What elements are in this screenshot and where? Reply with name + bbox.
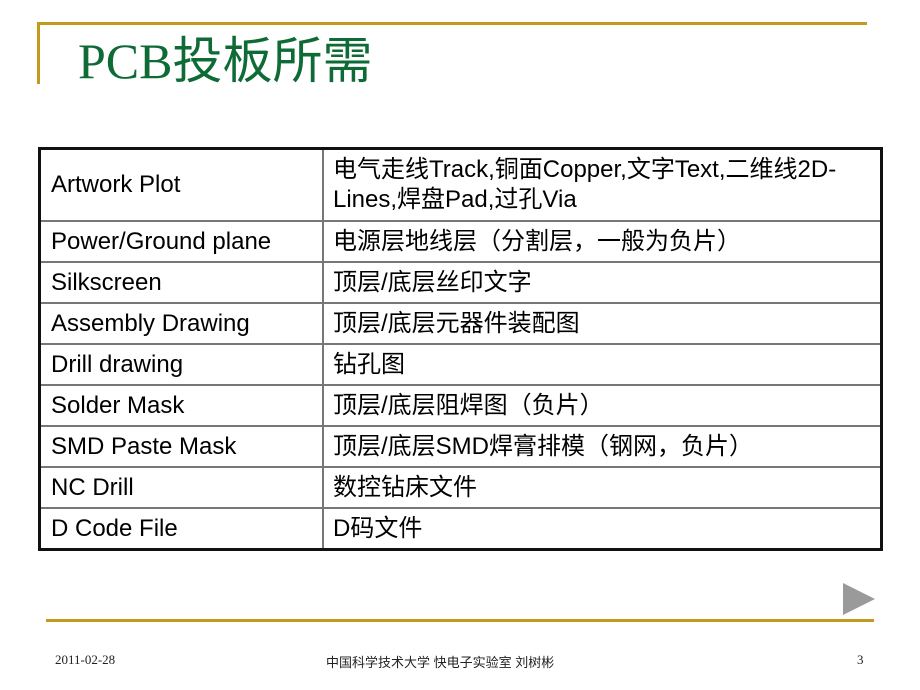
row-desc-cell: 钻孔图 bbox=[322, 343, 883, 386]
row-name-cell: Artwork Plot bbox=[38, 147, 324, 222]
next-slide-triangle-icon[interactable] bbox=[843, 583, 875, 615]
table-row: Artwork Plot 电气走线Track,铜面Copper,文字Text,二… bbox=[38, 147, 883, 222]
footer-date: 2011-02-28 bbox=[55, 652, 116, 667]
table-row: Silkscreen 顶层/底层丝印文字 bbox=[38, 261, 883, 304]
row-name-cell: Power/Ground plane bbox=[38, 220, 324, 263]
row-desc-cell: 电气走线Track,铜面Copper,文字Text,二维线2D-Lines,焊盘… bbox=[322, 147, 883, 222]
footer-author: 中国科学技术大学 快电子实验室 刘树彬 bbox=[326, 655, 555, 670]
table-row: NC Drill 数控钻床文件 bbox=[38, 466, 883, 509]
bottom-accent-line bbox=[46, 619, 874, 622]
row-desc-cell: 顶层/底层SMD焊膏排模（钢网，负片） bbox=[322, 425, 883, 468]
row-name-cell: Drill drawing bbox=[38, 343, 324, 386]
table-row: Drill drawing 钻孔图 bbox=[38, 343, 883, 386]
left-accent-line bbox=[37, 22, 40, 84]
row-desc-cell: 数控钻床文件 bbox=[322, 466, 883, 509]
row-name-cell: D Code File bbox=[38, 507, 324, 551]
table-row: SMD Paste Mask 顶层/底层SMD焊膏排模（钢网，负片） bbox=[38, 425, 883, 468]
table-row: Solder Mask 顶层/底层阻焊图（负片） bbox=[38, 384, 883, 427]
row-name-cell: Assembly Drawing bbox=[38, 302, 324, 345]
row-name-cell: SMD Paste Mask bbox=[38, 425, 324, 468]
row-desc-cell: 顶层/底层元器件装配图 bbox=[322, 302, 883, 345]
row-name-cell: NC Drill bbox=[38, 466, 324, 509]
table-row: Assembly Drawing 顶层/底层元器件装配图 bbox=[38, 302, 883, 345]
pcb-requirements-table: Artwork Plot 电气走线Track,铜面Copper,文字Text,二… bbox=[38, 147, 883, 551]
row-desc-cell: 顶层/底层丝印文字 bbox=[322, 261, 883, 304]
row-desc-cell: 电源层地线层（分割层，一般为负片） bbox=[322, 220, 883, 263]
table-row: Power/Ground plane 电源层地线层（分割层，一般为负片） bbox=[38, 220, 883, 263]
top-accent-line bbox=[37, 22, 867, 25]
row-desc-cell: D码文件 bbox=[322, 507, 883, 551]
row-name-cell: Solder Mask bbox=[38, 384, 324, 427]
page-number: 3 bbox=[857, 652, 864, 667]
row-name-cell: Silkscreen bbox=[38, 261, 324, 304]
row-desc-cell: 顶层/底层阻焊图（负片） bbox=[322, 384, 883, 427]
table-row: D Code File D码文件 bbox=[38, 507, 883, 551]
slide-title: PCB投板所需 bbox=[78, 33, 373, 89]
